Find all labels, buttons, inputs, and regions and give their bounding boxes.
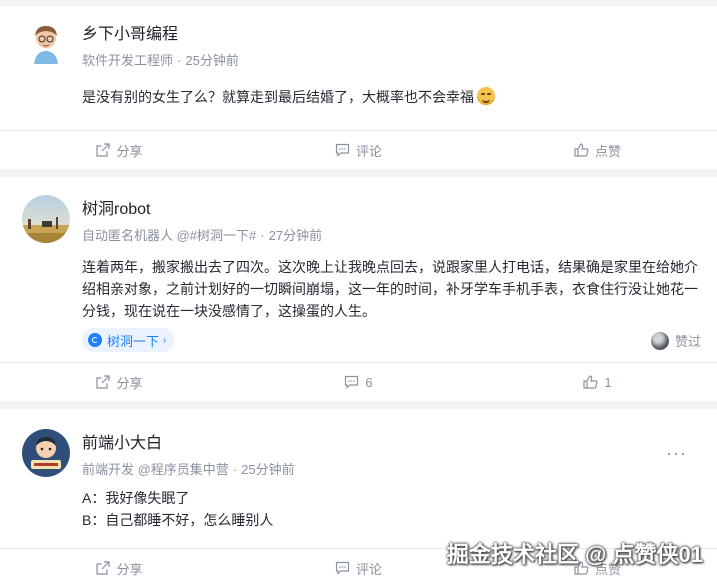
post-card: 乡下小哥编程 软件开发工程师 · 25分钟前 是没有别的女生了么？就算走到最后结婚了… [0, 6, 717, 169]
post-header: 乡下小哥编程 软件开发工程师 · 25分钟前 [22, 20, 239, 70]
author-name[interactable]: 前端小大白 [82, 433, 295, 455]
liker-avatar [650, 331, 669, 350]
thumbs-up-icon [583, 375, 598, 389]
author-name[interactable]: 树洞robot [82, 199, 322, 221]
share-icon [96, 561, 111, 575]
share-button[interactable]: 分享 [0, 131, 239, 169]
separator-dot: · [177, 53, 182, 68]
post-actions: 分享 评论 点赞 [0, 130, 717, 169]
author-title: 前端开发 @程序员集中营 [82, 462, 229, 477]
comment-icon [335, 561, 350, 575]
post-content[interactable]: A：我好像失眠了 B：自己都睡不好，怎么睡别人 [82, 487, 701, 531]
topic-tag[interactable]: 树洞一下 › [82, 328, 175, 352]
watermark: 掘金技术社区 @ 点赞侠01 [446, 542, 703, 567]
comment-button[interactable]: 评论 [239, 549, 478, 587]
comment-button[interactable]: 6 [239, 363, 478, 401]
post-text: 连着两年，搬家搬出去了四次。这次晚上让我晚点回去，说跟家里人打电话，结果确是家里… [82, 259, 698, 319]
post-content[interactable]: 是没有别的女生了么？就算走到最后结婚了，大概率也不会幸福 [82, 86, 701, 108]
post-time: 27分钟前 [268, 228, 323, 243]
comment-label: 评论 [355, 143, 382, 159]
post-content[interactable]: 连着两年，搬家搬出去了四次。这次晚上让我晚点回去，说跟家里人打电话，结果确是家里… [82, 256, 701, 322]
chevron-right-icon: › [163, 334, 167, 346]
share-button[interactable]: 分享 [0, 549, 239, 587]
avatar[interactable] [22, 195, 70, 243]
like-button[interactable]: 点赞 [478, 131, 717, 169]
liked-label: 赞过 [674, 334, 701, 349]
author-title: 软件开发工程师 [82, 53, 174, 68]
topic-icon [88, 333, 102, 347]
post-text: 是没有别的女生了么？就算走到最后结婚了，大概率也不会幸福 [82, 89, 474, 105]
share-button[interactable]: 分享 [0, 363, 239, 401]
post-header: 前端小大白 前端开发 @程序员集中营 · 25分钟前 [22, 429, 295, 479]
more-options-icon[interactable]: ··· [666, 443, 687, 464]
separator-dot: · [260, 228, 265, 243]
comment-count: 6 [365, 374, 373, 390]
comment-icon [335, 143, 350, 157]
post-header: 树洞robot 自动匿名机器人 @#树洞一下# · 27分钟前 [22, 195, 322, 245]
avatar[interactable] [22, 20, 70, 68]
post-time: 25分钟前 [185, 53, 239, 68]
share-label: 分享 [116, 375, 143, 391]
post-actions: 分享 6 1 [0, 362, 717, 401]
smile-emoji-icon [477, 87, 495, 105]
share-label: 分享 [116, 561, 143, 577]
separator-dot: · [232, 462, 238, 477]
author-meta: 自动匿名机器人 @#树洞一下# · 27分钟前 [82, 227, 322, 245]
like-count: 1 [604, 374, 612, 390]
avatar[interactable] [22, 429, 70, 477]
comment-button[interactable]: 评论 [239, 131, 478, 169]
post-line: A：我好像失眠了 [82, 490, 190, 506]
comment-icon [345, 375, 359, 389]
author-name[interactable]: 乡下小哥编程 [82, 24, 239, 46]
thumbs-up-icon [574, 143, 589, 157]
topic-label: 树洞一下 [107, 333, 160, 349]
post-line: B：自己都睡不好，怎么睡别人 [82, 512, 274, 528]
liked-by[interactable]: 赞过 [650, 331, 701, 350]
author-meta: 前端开发 @程序员集中营 · 25分钟前 [82, 461, 295, 479]
author-meta: 软件开发工程师 · 25分钟前 [82, 52, 239, 70]
share-icon [96, 375, 111, 389]
like-label: 点赞 [594, 143, 621, 159]
author-title: 自动匿名机器人 @#树洞一下# [82, 228, 257, 243]
post-card: 树洞robot 自动匿名机器人 @#树洞一下# · 27分钟前 连着两年，搬家搬出去… [0, 177, 717, 401]
share-icon [96, 143, 111, 157]
like-button[interactable]: 1 [478, 363, 717, 401]
post-time: 25分钟前 [241, 462, 295, 477]
share-label: 分享 [116, 143, 143, 159]
comment-label: 评论 [355, 561, 382, 577]
